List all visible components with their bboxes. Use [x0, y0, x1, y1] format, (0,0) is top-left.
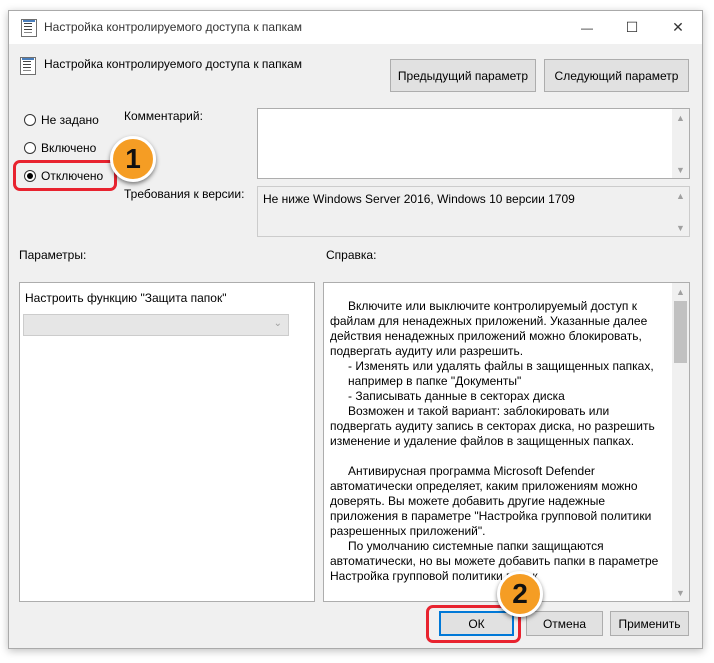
comment-scrollbar[interactable]: ▲ ▼: [672, 109, 689, 178]
help-paragraph: Возможен и такой вариант: заблокировать …: [330, 404, 659, 448]
help-panel: Включите или выключите контролируемый до…: [323, 282, 690, 602]
help-paragraph: - Записывать данные в секторах диска: [348, 389, 565, 403]
help-scrollbar[interactable]: ▲ ▼: [672, 283, 689, 601]
radio-enabled-dot: [24, 142, 36, 154]
scroll-thumb[interactable]: [674, 301, 687, 363]
requirements-value: Не ниже Windows Server 2016, Windows 10 …: [263, 192, 575, 206]
radio-not-configured[interactable]: Не задано: [24, 113, 99, 127]
radio-not-configured-label: Не задано: [41, 113, 99, 127]
comment-label: Комментарий:: [124, 109, 203, 123]
help-paragraph: По умолчанию системные папки защищаются …: [330, 539, 662, 583]
chevron-down-icon: ⌄: [273, 318, 282, 329]
options-label: Параметры:: [19, 248, 87, 262]
requirements-field: Не ниже Windows Server 2016, Windows 10 …: [257, 186, 690, 237]
scroll-up-icon[interactable]: ▲: [672, 187, 689, 204]
scroll-down-icon[interactable]: ▼: [672, 584, 689, 601]
options-panel: Настроить функцию "Защита папок" ⌄: [19, 282, 315, 602]
scroll-up-icon[interactable]: ▲: [672, 109, 689, 126]
policy-dialog: Настройка контролируемого доступа к папк…: [8, 10, 703, 649]
policy-header-icon: [20, 57, 36, 75]
apply-button[interactable]: Применить: [610, 611, 689, 636]
requirements-label: Требования к версии:: [124, 187, 245, 201]
disabled-option-highlight: [13, 160, 117, 191]
step-1-badge: 1: [110, 136, 156, 182]
comment-field[interactable]: ▲ ▼: [257, 108, 690, 179]
radio-enabled[interactable]: Включено: [24, 141, 96, 155]
policy-icon: [21, 19, 37, 37]
previous-setting-button[interactable]: Предыдущий параметр: [390, 59, 536, 92]
folder-protection-select[interactable]: ⌄: [23, 314, 289, 336]
maximize-icon: ☐: [625, 19, 639, 35]
window-title: Настройка контролируемого доступа к папк…: [44, 20, 303, 34]
radio-not-configured-dot: [24, 114, 36, 126]
scroll-down-icon[interactable]: ▼: [672, 161, 689, 178]
title-bar[interactable]: Настройка контролируемого доступа к папк…: [9, 11, 702, 44]
help-paragraph: Включите или выключите контролируемый до…: [330, 299, 651, 358]
radio-enabled-label: Включено: [41, 141, 97, 155]
close-button[interactable]: ✕: [655, 11, 701, 44]
help-text: Включите или выключите контролируемый до…: [330, 299, 666, 599]
close-icon: ✕: [672, 19, 684, 35]
help-paragraph: Антивирусная программа Microsoft Defende…: [330, 464, 655, 538]
scroll-up-icon[interactable]: ▲: [672, 283, 689, 300]
step-2-badge: 2: [497, 571, 543, 617]
scroll-down-icon[interactable]: ▼: [672, 219, 689, 236]
policy-name: Настройка контролируемого доступа к папк…: [44, 57, 303, 71]
minimize-button[interactable]: —: [564, 11, 610, 44]
requirements-scrollbar[interactable]: ▲ ▼: [672, 187, 689, 236]
cancel-button[interactable]: Отмена: [526, 611, 603, 636]
maximize-button[interactable]: ☐: [609, 11, 655, 44]
next-setting-button[interactable]: Следующий параметр: [544, 59, 689, 92]
minimize-icon: —: [581, 20, 593, 35]
folder-protection-setting-label: Настроить функцию "Защита папок": [25, 291, 227, 305]
help-label: Справка:: [326, 248, 377, 262]
help-paragraph: - Изменять или удалять файлы в защищенны…: [348, 359, 658, 388]
